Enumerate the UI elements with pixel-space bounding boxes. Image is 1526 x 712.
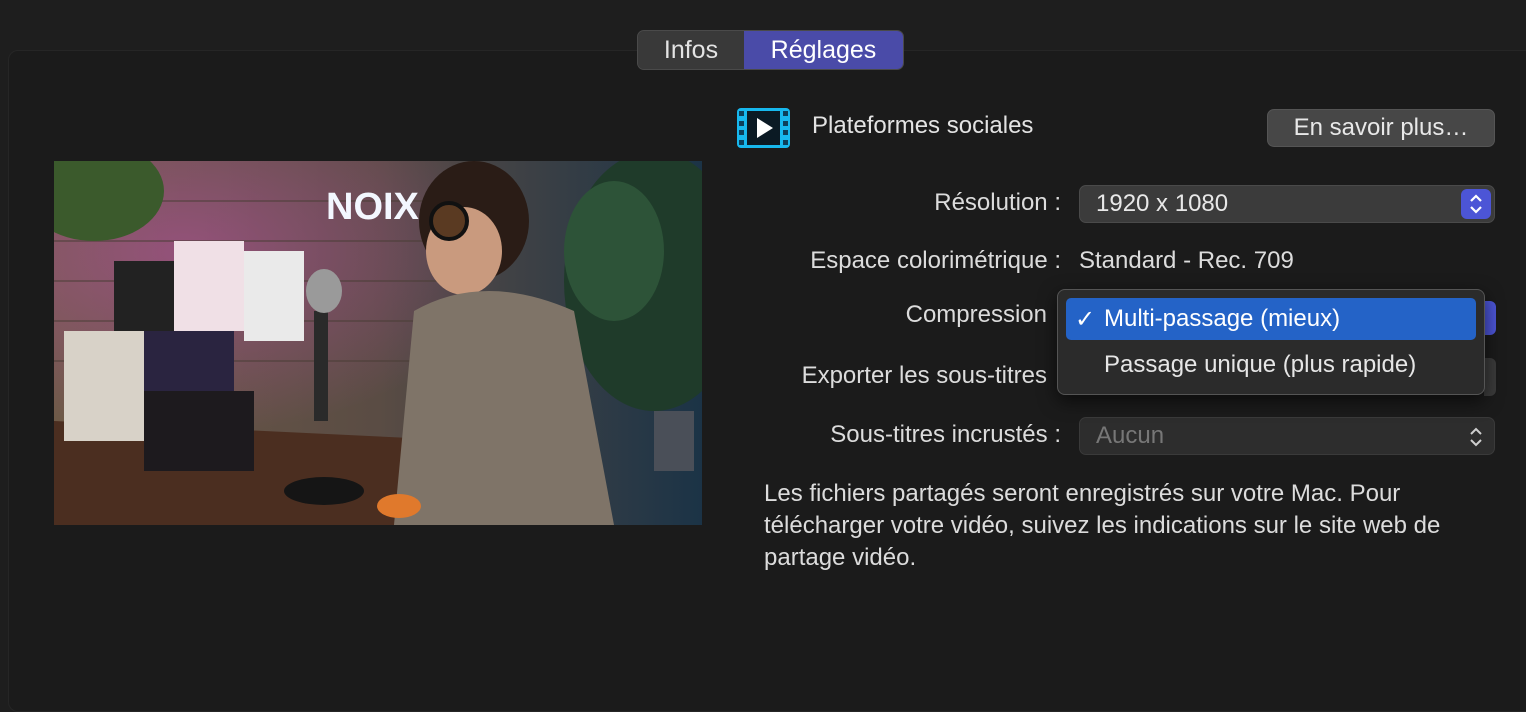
video-play-icon <box>737 108 790 148</box>
tab-reglages[interactable]: Réglages <box>744 31 903 69</box>
burned-subtitles-label: Sous-titres incrustés : <box>830 421 1061 448</box>
tab-switcher[interactable]: Infos Réglages <box>637 30 904 70</box>
export-subtitles-popup[interactable] <box>1484 358 1496 396</box>
resolution-value: 1920 x 1080 <box>1096 190 1229 217</box>
menu-item-label: Multi-passage (mieux) <box>1104 305 1341 332</box>
colorspace-label: Espace colorimétrique : <box>810 247 1061 274</box>
learn-more-button[interactable]: En savoir plus… <box>1267 109 1495 147</box>
video-preview: NOIX <box>54 161 702 525</box>
compression-menu: ✓ Multi-passage (mieux) Passage unique (… <box>1057 289 1485 395</box>
resolution-popup[interactable]: 1920 x 1080 <box>1079 185 1495 223</box>
neon-sign: NOIX <box>326 186 420 228</box>
checkmark-icon: ✓ <box>1074 305 1096 333</box>
share-description: Les fichiers partagés seront enregistrés… <box>764 480 1441 571</box>
menu-item-label: Passage unique (plus rapide) <box>1104 351 1417 378</box>
colorspace-value: Standard - Rec. 709 <box>1079 247 1294 274</box>
destination-title: Plateformes sociales <box>812 112 1034 139</box>
menu-item-multipass[interactable]: ✓ Multi-passage (mieux) <box>1066 298 1476 340</box>
menu-item-singlepass[interactable]: Passage unique (plus rapide) <box>1066 344 1476 386</box>
burned-subtitles-popup[interactable]: Aucun <box>1079 417 1495 455</box>
burned-subtitles-value: Aucun <box>1096 422 1165 449</box>
chevron-updown-icon <box>1461 189 1491 219</box>
tab-infos[interactable]: Infos <box>638 31 744 69</box>
chevron-updown-icon <box>1466 422 1486 452</box>
export-subtitles-label: Exporter les sous-titres <box>801 362 1047 389</box>
preview-image: NOIX <box>54 161 702 525</box>
resolution-label: Résolution : <box>934 189 1061 216</box>
compression-label: Compression <box>905 301 1047 328</box>
